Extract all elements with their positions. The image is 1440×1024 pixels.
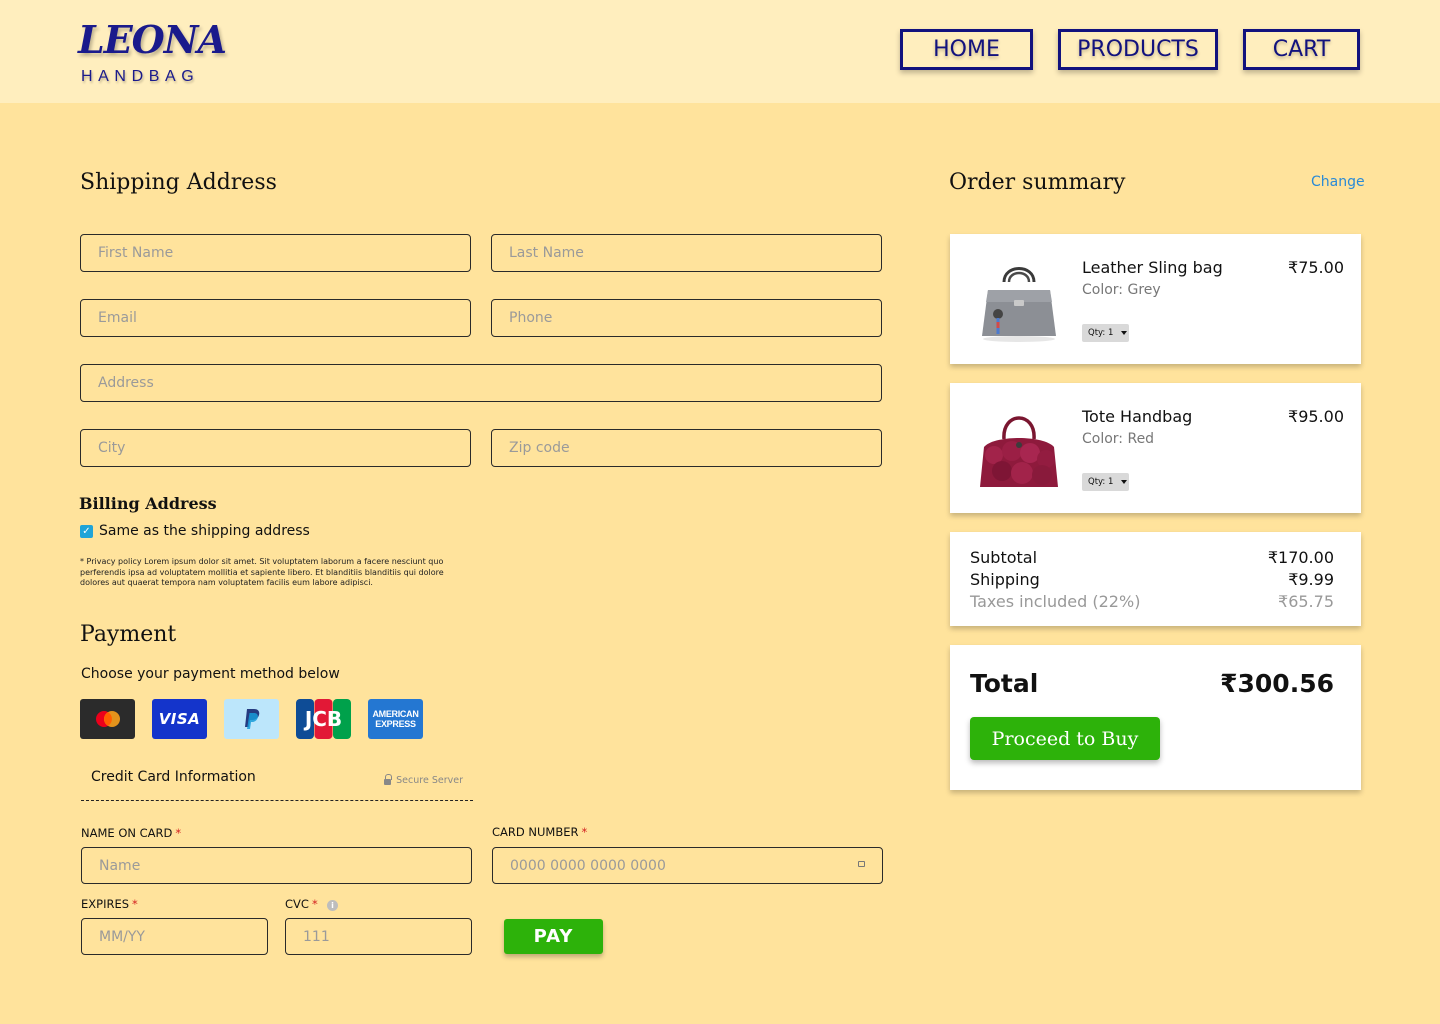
billing-title: Billing Address <box>79 494 217 513</box>
secure-server-badge: Secure Server <box>384 774 463 786</box>
card-number-label-text: CARD NUMBER <box>492 825 579 839</box>
last-name-input[interactable] <box>491 234 882 272</box>
chevron-down-icon <box>1121 480 1128 484</box>
qty-select[interactable]: Qty: 1 <box>1082 473 1129 491</box>
qty-value: Qty: 1 <box>1088 477 1114 487</box>
name-on-card-label: NAME ON CARD * <box>81 826 181 840</box>
red-tote-bag-image <box>980 416 1058 487</box>
city-input[interactable] <box>80 429 471 467</box>
lock-icon <box>384 774 393 785</box>
shipping-row: Shipping ₹9.99 <box>970 570 1334 589</box>
shipping-label: Shipping <box>970 570 1040 589</box>
subtotal-row: Subtotal ₹170.00 <box>970 548 1334 567</box>
nav-cart-button[interactable]: CART <box>1243 29 1360 70</box>
jcb-icon[interactable]: JCB <box>296 699 351 739</box>
proceed-to-buy-button[interactable]: Proceed to Buy <box>970 717 1160 760</box>
same-address-checkbox[interactable]: ✓ <box>80 524 93 538</box>
jcb-text: JCB <box>303 707 342 731</box>
secure-server-label: Secure Server <box>396 775 463 786</box>
cvc-info-icon[interactable]: i <box>327 900 338 911</box>
order-summary-title: Order summary <box>949 170 1126 195</box>
total-card: Total ₹300.56 Proceed to Buy <box>950 645 1361 790</box>
expires-label-text: EXPIRES <box>81 897 130 911</box>
credit-card-title: Credit Card Information <box>91 769 256 785</box>
zip-input[interactable] <box>491 429 882 467</box>
shipping-title: Shipping Address <box>80 170 277 195</box>
item-color: Color: Grey <box>1082 282 1161 298</box>
payment-title: Payment <box>80 622 177 647</box>
item-color: Color: Red <box>1082 431 1155 447</box>
qty-select[interactable]: Qty: 1 <box>1082 324 1129 342</box>
card-lock-icon <box>858 861 865 867</box>
visa-label: VISA <box>158 710 201 728</box>
change-link[interactable]: Change <box>1311 174 1365 190</box>
cvc-label: CVC * <box>285 897 318 911</box>
paypal-logo <box>244 709 259 729</box>
paypal-icon[interactable] <box>224 699 279 739</box>
cvc-label-text: CVC <box>285 897 309 911</box>
total-value: ₹300.56 <box>1220 669 1334 698</box>
chevron-down-icon <box>1121 331 1128 335</box>
qty-value: Qty: 1 <box>1088 328 1114 338</box>
same-address-label: Same as the shipping address <box>99 523 310 539</box>
pay-button[interactable]: PAY <box>504 919 603 954</box>
site-header: LEONA HANDBAG HOME PRODUCTS CART <box>0 0 1440 103</box>
item-price: ₹75.00 <box>1288 258 1344 277</box>
grey-sling-bag-image <box>982 267 1056 342</box>
taxes-label: Taxes included (22%) <box>970 592 1141 611</box>
required-mark: * <box>132 897 138 911</box>
cart-item: Leather Sling bag Color: Grey ₹75.00 Qty… <box>950 234 1361 364</box>
subtotal-label: Subtotal <box>970 548 1038 567</box>
taxes-value: ₹65.75 <box>1278 592 1334 611</box>
total-label: Total <box>970 669 1039 698</box>
nav-products-button[interactable]: PRODUCTS <box>1058 29 1218 70</box>
brand-logo-mark: LEONA <box>78 17 227 62</box>
required-mark: * <box>311 897 318 911</box>
card-number-label: CARD NUMBER * <box>492 825 587 839</box>
payment-subtitle: Choose your payment method below <box>81 666 340 682</box>
cvc-input[interactable] <box>285 918 472 955</box>
amex-icon[interactable]: AMERICAN EXPRESS <box>368 699 423 739</box>
jcb-logo: JCB <box>296 699 351 739</box>
shipping-value: ₹9.99 <box>1288 570 1334 589</box>
visa-icon[interactable]: VISA <box>152 699 207 739</box>
email-input[interactable] <box>80 299 471 337</box>
first-name-input[interactable] <box>80 234 471 272</box>
item-price: ₹95.00 <box>1288 407 1344 426</box>
item-name: Leather Sling bag <box>1082 258 1223 277</box>
amex-line2: EXPRESS <box>375 719 416 729</box>
name-on-card-input[interactable] <box>81 847 472 884</box>
cart-item: Tote Handbag Color: Red ₹95.00 Qty: 1 <box>950 383 1361 513</box>
required-mark: * <box>175 826 182 840</box>
card-number-input[interactable] <box>492 847 883 884</box>
mastercard-icon[interactable] <box>80 699 135 739</box>
subtotal-card: Subtotal ₹170.00 Shipping ₹9.99 Taxes in… <box>950 532 1361 626</box>
subtotal-value: ₹170.00 <box>1267 548 1334 567</box>
mastercard-logo <box>95 711 120 727</box>
phone-input[interactable] <box>491 299 882 337</box>
privacy-note: * Privacy policy Lorem ipsum dolor sit a… <box>80 557 444 587</box>
brand-logo-sub: HANDBAG <box>81 68 200 85</box>
credit-card-header: Credit Card Information Secure Server <box>81 769 473 801</box>
nav-home-button[interactable]: HOME <box>900 29 1033 70</box>
expires-label: EXPIRES * <box>81 897 138 911</box>
item-name: Tote Handbag <box>1082 407 1193 426</box>
address-input[interactable] <box>80 364 882 402</box>
expires-input[interactable] <box>81 918 268 955</box>
taxes-row: Taxes included (22%) ₹65.75 <box>970 592 1334 611</box>
amex-line1: AMERICAN <box>372 709 419 719</box>
same-address-row[interactable]: ✓ Same as the shipping address <box>80 523 310 539</box>
required-mark: * <box>581 825 588 839</box>
brand-logo[interactable]: LEONA HANDBAG <box>78 16 227 90</box>
name-on-card-label-text: NAME ON CARD <box>81 826 173 840</box>
